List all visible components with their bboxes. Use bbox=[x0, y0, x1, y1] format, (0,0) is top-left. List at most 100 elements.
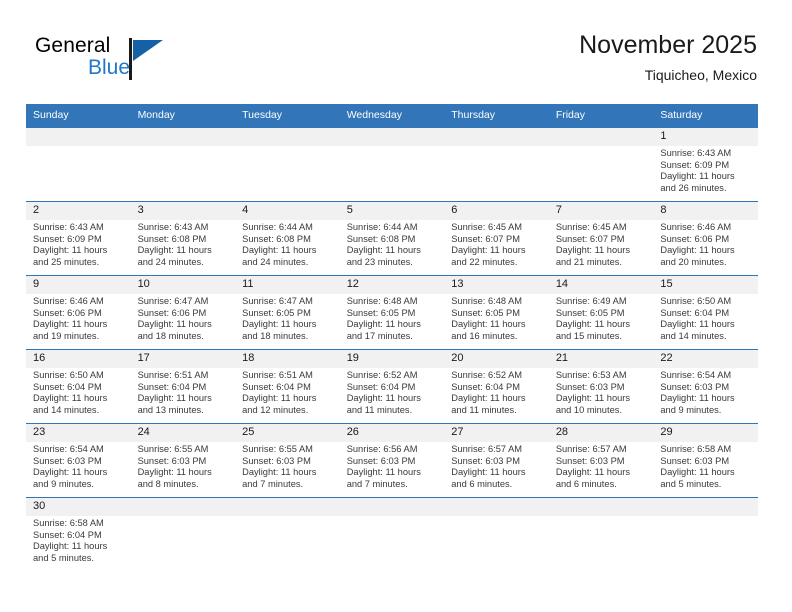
daylight-text-line2: and 9 minutes. bbox=[660, 404, 722, 415]
daylight-text-line1: Daylight: 11 hours bbox=[451, 319, 526, 330]
daylight-text-line1: Daylight: 11 hours bbox=[137, 393, 212, 404]
sunrise-text: Sunrise: 6:43 AM bbox=[33, 222, 104, 232]
day-details: Sunrise: 6:46 AM Sunset: 6:06 PM Daylight:… bbox=[26, 294, 131, 342]
calendar-week-row: 23 Sunrise: 6:54 AM Sunset: 6:03 PM Dayligh… bbox=[26, 423, 758, 498]
sunrise-text: Sunrise: 6:47 AM bbox=[137, 296, 209, 306]
calendar-empty-cell bbox=[130, 127, 236, 202]
day-number: 1 bbox=[653, 128, 758, 146]
daylight-text-line2: and 18 minutes. bbox=[137, 330, 204, 341]
calendar-body: 1 Sunrise: 6:43 AM Sunset: 6:09 PM Daylight… bbox=[26, 127, 758, 571]
daylight-text-line2: and 5 minutes. bbox=[33, 552, 94, 563]
calendar-empty-cell bbox=[444, 127, 549, 202]
calendar-day-cell[interactable]: 12 Sunrise: 6:48 AM Sunset: 6:05 PM Dayligh… bbox=[339, 275, 445, 350]
calendar-day-cell[interactable]: 18 Sunrise: 6:51 AM Sunset: 6:04 PM Dayligh… bbox=[235, 349, 340, 424]
page-subtitle: Tiquicheo, Mexico bbox=[644, 67, 757, 83]
day-details: Sunrise: 6:57 AM Sunset: 6:03 PM Daylight:… bbox=[444, 442, 549, 490]
calendar-day-cell[interactable]: 27 Sunrise: 6:57 AM Sunset: 6:03 PM Dayligh… bbox=[444, 423, 549, 498]
calendar-day-cell[interactable]: 20 Sunrise: 6:52 AM Sunset: 6:04 PM Dayligh… bbox=[444, 349, 549, 424]
calendar-day-cell[interactable]: 15 Sunrise: 6:50 AM Sunset: 6:04 PM Dayligh… bbox=[653, 275, 758, 350]
calendar-day-cell[interactable]: 9 Sunrise: 6:46 AM Sunset: 6:06 PM Daylight… bbox=[26, 275, 131, 350]
daylight-text-line2: and 8 minutes. bbox=[137, 478, 199, 489]
calendar-day-cell[interactable]: 19 Sunrise: 6:52 AM Sunset: 6:04 PM Dayligh… bbox=[339, 349, 445, 424]
general-blue-logo[interactable]: General Blue bbox=[35, 34, 215, 90]
calendar-day-cell[interactable]: 16 Sunrise: 6:50 AM Sunset: 6:04 PM Dayligh… bbox=[26, 349, 131, 424]
calendar-day-cell[interactable]: 29 Sunrise: 6:58 AM Sunset: 6:03 PM Dayligh… bbox=[653, 423, 758, 498]
day-details: Sunrise: 6:45 AM Sunset: 6:07 PM Daylight:… bbox=[549, 220, 654, 268]
sunrise-text: Sunrise: 6:54 AM bbox=[660, 370, 732, 380]
calendar-day-cell[interactable]: 7 Sunrise: 6:45 AM Sunset: 6:07 PM Daylight… bbox=[548, 201, 654, 276]
calendar-day-cell[interactable]: 1 Sunrise: 6:43 AM Sunset: 6:09 PM Daylight… bbox=[653, 127, 758, 202]
sunset-text: Sunset: 6:07 PM bbox=[555, 233, 625, 244]
daylight-text-line1: Daylight: 11 hours bbox=[346, 245, 421, 256]
weekday-header-tuesday: Tuesday bbox=[235, 104, 340, 128]
calendar-day-cell[interactable]: 30 Sunrise: 6:58 AM Sunset: 6:04 PM Dayligh… bbox=[26, 497, 131, 571]
sunset-text: Sunset: 6:08 PM bbox=[137, 233, 207, 244]
sunset-text: Sunset: 6:09 PM bbox=[33, 233, 102, 244]
daylight-text-line1: Daylight: 11 hours bbox=[555, 245, 631, 256]
calendar-day-cell[interactable]: 22 Sunrise: 6:54 AM Sunset: 6:03 PM Dayligh… bbox=[653, 349, 758, 424]
day-number: 22 bbox=[653, 350, 758, 368]
day-number: 24 bbox=[130, 424, 236, 442]
day-number: 16 bbox=[26, 350, 131, 368]
day-number: 25 bbox=[235, 424, 340, 442]
calendar-empty-cell bbox=[26, 127, 131, 202]
daylight-text-line2: and 6 minutes. bbox=[555, 478, 617, 489]
sunset-text: Sunset: 6:05 PM bbox=[346, 307, 416, 318]
sunset-text: Sunset: 6:03 PM bbox=[555, 381, 625, 392]
sunrise-text: Sunrise: 6:58 AM bbox=[33, 518, 104, 528]
day-details: Sunrise: 6:50 AM Sunset: 6:04 PM Daylight:… bbox=[26, 368, 131, 416]
calendar-day-cell[interactable]: 21 Sunrise: 6:53 AM Sunset: 6:03 PM Dayligh… bbox=[548, 349, 654, 424]
daylight-text-line1: Daylight: 11 hours bbox=[660, 319, 735, 330]
calendar-day-cell[interactable]: 24 Sunrise: 6:55 AM Sunset: 6:03 PM Dayligh… bbox=[130, 423, 236, 498]
calendar-day-cell[interactable]: 4 Sunrise: 6:44 AM Sunset: 6:08 PM Daylight… bbox=[235, 201, 340, 276]
daylight-text-line2: and 18 minutes. bbox=[242, 330, 309, 341]
sunrise-text: Sunrise: 6:45 AM bbox=[555, 222, 627, 232]
daylight-text-line1: Daylight: 11 hours bbox=[555, 319, 631, 330]
sunset-text: Sunset: 6:03 PM bbox=[242, 455, 311, 466]
sunset-text: Sunset: 6:04 PM bbox=[242, 381, 311, 392]
calendar-day-cell[interactable]: 14 Sunrise: 6:49 AM Sunset: 6:05 PM Dayligh… bbox=[548, 275, 654, 350]
daylight-text-line2: and 7 minutes. bbox=[242, 478, 304, 489]
day-number: 20 bbox=[444, 350, 549, 368]
day-number bbox=[130, 128, 236, 146]
day-number bbox=[444, 498, 549, 516]
calendar-day-cell[interactable]: 8 Sunrise: 6:46 AM Sunset: 6:06 PM Daylight… bbox=[653, 201, 758, 276]
day-number: 8 bbox=[653, 202, 758, 220]
sunrise-text: Sunrise: 6:50 AM bbox=[33, 370, 104, 380]
calendar-day-cell[interactable]: 5 Sunrise: 6:44 AM Sunset: 6:08 PM Daylight… bbox=[339, 201, 445, 276]
daylight-text-line2: and 25 minutes. bbox=[33, 256, 100, 267]
daylight-text-line2: and 24 minutes. bbox=[242, 256, 309, 267]
daylight-text-line1: Daylight: 11 hours bbox=[346, 393, 421, 404]
calendar-day-cell[interactable]: 13 Sunrise: 6:48 AM Sunset: 6:05 PM Dayligh… bbox=[444, 275, 549, 350]
sunrise-text: Sunrise: 6:51 AM bbox=[242, 370, 313, 380]
daylight-text-line2: and 16 minutes. bbox=[451, 330, 518, 341]
calendar-day-cell[interactable]: 26 Sunrise: 6:56 AM Sunset: 6:03 PM Dayligh… bbox=[339, 423, 445, 498]
daylight-text-line2: and 19 minutes. bbox=[33, 330, 100, 341]
weekday-header-wednesday: Wednesday bbox=[339, 104, 445, 128]
calendar-day-cell[interactable]: 10 Sunrise: 6:47 AM Sunset: 6:06 PM Dayligh… bbox=[130, 275, 236, 350]
daylight-text-line1: Daylight: 11 hours bbox=[555, 393, 631, 404]
day-number bbox=[130, 498, 236, 516]
day-details: Sunrise: 6:58 AM Sunset: 6:04 PM Daylight:… bbox=[26, 516, 131, 564]
calendar-day-cell[interactable]: 25 Sunrise: 6:55 AM Sunset: 6:03 PM Dayligh… bbox=[235, 423, 340, 498]
calendar-day-cell[interactable]: 3 Sunrise: 6:43 AM Sunset: 6:08 PM Daylight… bbox=[130, 201, 236, 276]
day-number: 7 bbox=[548, 202, 654, 220]
day-number bbox=[339, 498, 445, 516]
sunset-text: Sunset: 6:03 PM bbox=[555, 455, 625, 466]
sunset-text: Sunset: 6:03 PM bbox=[451, 455, 520, 466]
calendar-day-cell[interactable]: 6 Sunrise: 6:45 AM Sunset: 6:07 PM Daylight… bbox=[444, 201, 549, 276]
calendar-day-cell[interactable]: 23 Sunrise: 6:54 AM Sunset: 6:03 PM Dayligh… bbox=[26, 423, 131, 498]
daylight-text-line2: and 22 minutes. bbox=[451, 256, 518, 267]
weekday-header-friday: Friday bbox=[548, 104, 654, 128]
daylight-text-line2: and 11 minutes. bbox=[451, 404, 517, 415]
daylight-text-line2: and 10 minutes. bbox=[555, 404, 622, 415]
calendar-day-cell[interactable]: 2 Sunrise: 6:43 AM Sunset: 6:09 PM Daylight… bbox=[26, 201, 131, 276]
day-details: Sunrise: 6:46 AM Sunset: 6:06 PM Daylight:… bbox=[653, 220, 758, 268]
title-block: November 2025 Tiquicheo, Mexico bbox=[579, 30, 757, 84]
day-details: Sunrise: 6:52 AM Sunset: 6:04 PM Daylight:… bbox=[444, 368, 549, 416]
daylight-text-line1: Daylight: 11 hours bbox=[242, 467, 317, 478]
calendar-day-cell[interactable]: 17 Sunrise: 6:51 AM Sunset: 6:04 PM Dayligh… bbox=[130, 349, 236, 424]
calendar-day-cell[interactable]: 11 Sunrise: 6:47 AM Sunset: 6:05 PM Dayligh… bbox=[235, 275, 340, 350]
sunrise-text: Sunrise: 6:44 AM bbox=[346, 222, 418, 232]
calendar-day-cell[interactable]: 28 Sunrise: 6:57 AM Sunset: 6:03 PM Dayligh… bbox=[548, 423, 654, 498]
